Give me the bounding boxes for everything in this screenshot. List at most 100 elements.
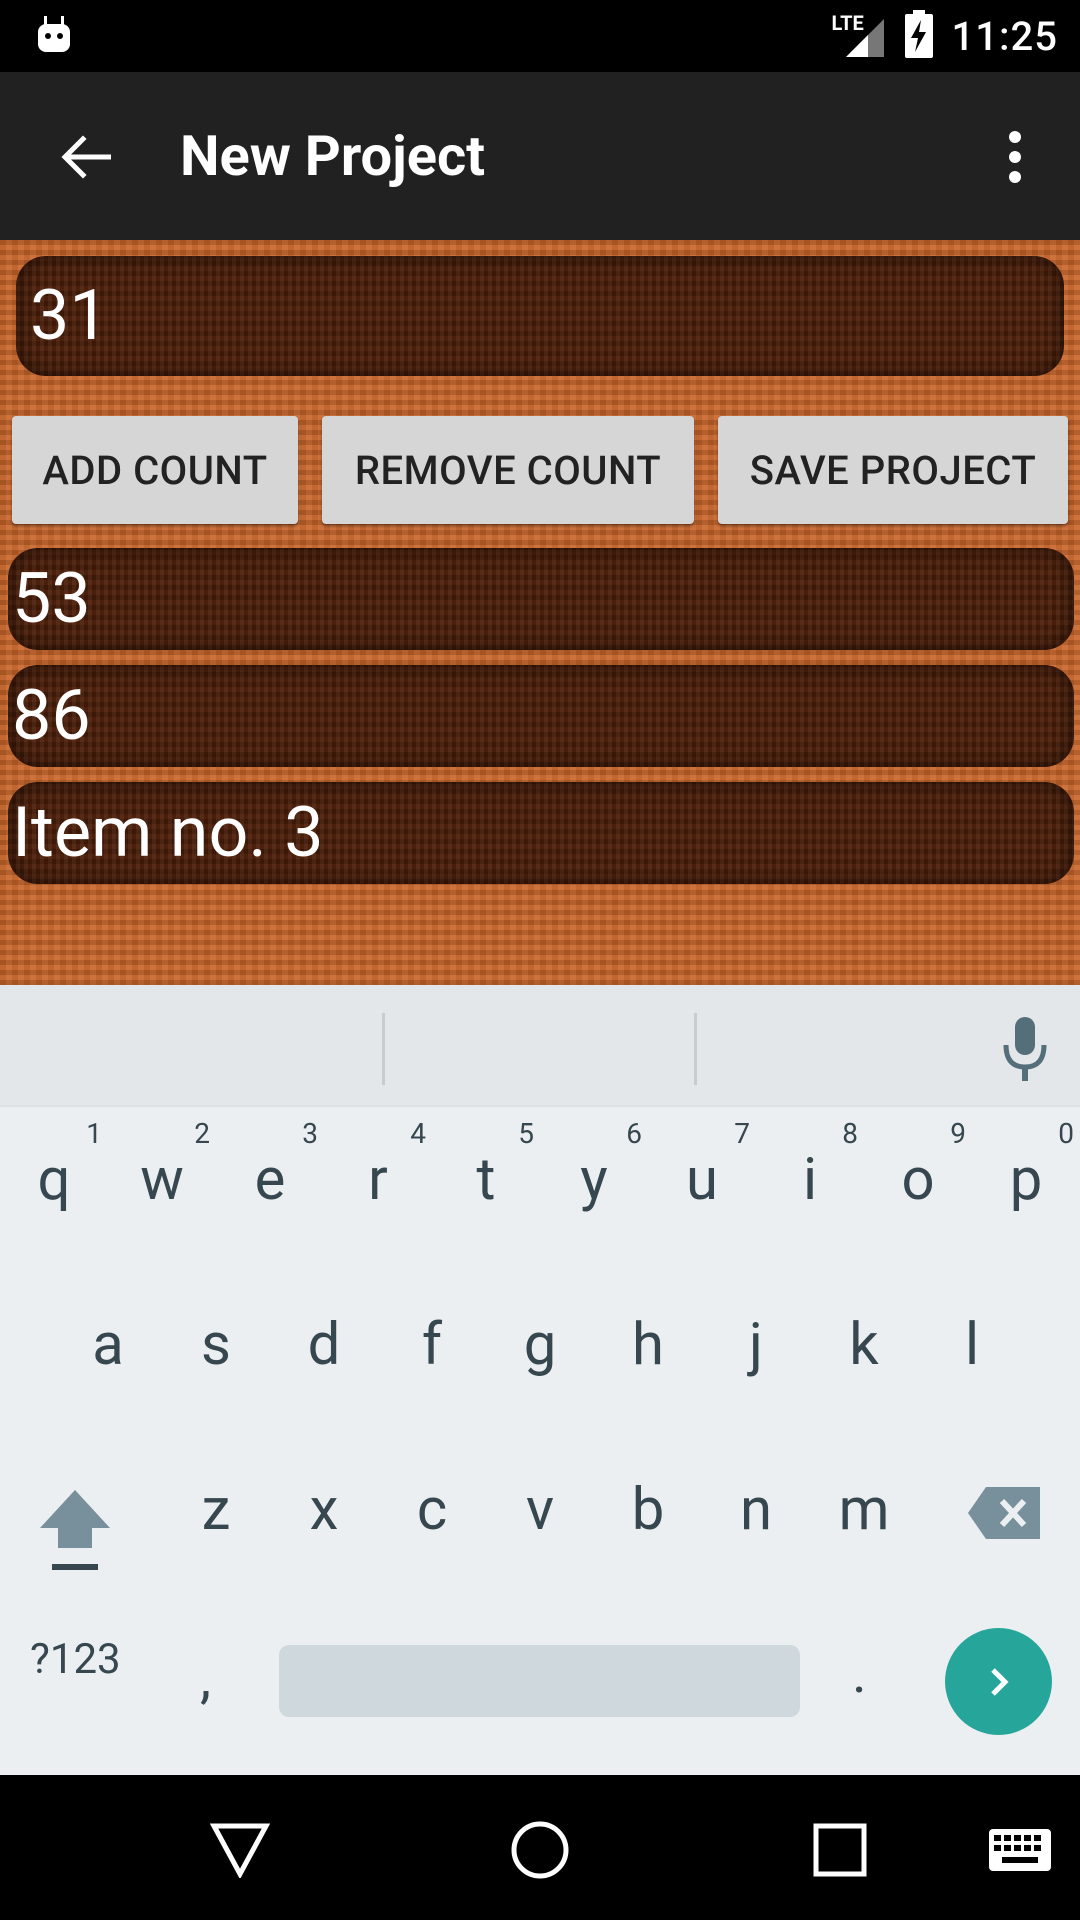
key-label: o [901,1146,935,1214]
key-hint: 6 [626,1117,642,1150]
key-w[interactable]: w2 [108,1105,216,1255]
key-label: d [307,1311,341,1379]
suggestion-strip [0,985,1080,1107]
list-item[interactable]: Item no. 3 [8,782,1074,884]
key-f[interactable]: f [378,1270,486,1420]
count-value: 31 [30,275,109,357]
key-label: f [421,1311,443,1379]
microphone-icon[interactable] [1000,1015,1050,1085]
list-item-value: 86 [12,675,91,757]
status-icons: LTE 11:25 [832,0,1058,72]
key-p[interactable]: p0 [972,1105,1080,1255]
key-label: j [749,1311,763,1379]
key-label: s [201,1311,231,1379]
key-hint: 5 [518,1117,534,1150]
page-title: New Project [180,123,486,189]
chevron-right-icon [990,1667,1009,1696]
key-z[interactable]: z [162,1435,270,1585]
key-g[interactable]: g [486,1270,594,1420]
list-item-value: Item no. 3 [12,792,324,874]
list-item-value: 53 [12,558,91,640]
key-label: y [580,1146,608,1214]
key-o[interactable]: o9 [864,1105,972,1255]
key-a[interactable]: a [54,1270,162,1420]
content-area: 31 ADD COUNT REMOVE COUNT SAVE PROJECT 5… [0,240,1080,985]
key-n[interactable]: n [702,1435,810,1585]
key-label: h [632,1311,664,1379]
soft-keyboard: q1 w2 e3 r4 t5 y6 u7 i8 o9 p0 a s d f g … [0,985,1080,1775]
shift-icon[interactable] [30,1480,120,1579]
remove-count-button[interactable]: REMOVE COUNT [322,416,694,524]
key-c[interactable]: c [378,1435,486,1585]
nav-back-icon[interactable] [195,1805,285,1895]
key-q[interactable]: q1 [0,1105,108,1255]
key-k[interactable]: k [810,1270,918,1420]
key-b[interactable]: b [594,1435,702,1585]
key-label: k [849,1311,879,1379]
key-e[interactable]: e3 [216,1105,324,1255]
key-label: p [1009,1146,1043,1214]
key-label: n [739,1476,773,1544]
key-t[interactable]: t5 [432,1105,540,1255]
navigation-bar [0,1775,1080,1920]
key-label: a [92,1311,124,1379]
more-vert-icon[interactable] [980,122,1050,192]
count-input[interactable]: 31 [16,256,1064,376]
key-u[interactable]: u7 [648,1105,756,1255]
key-label: t [476,1146,496,1214]
key-h[interactable]: h [594,1270,702,1420]
list-item[interactable]: 53 [8,548,1074,650]
space-bar[interactable] [279,1645,800,1717]
key-label: z [201,1476,231,1544]
comma-key[interactable]: , [200,1645,211,1711]
key-y[interactable]: y6 [540,1105,648,1255]
key-d[interactable]: d [270,1270,378,1420]
key-hint: 8 [842,1117,858,1150]
key-s[interactable]: s [162,1270,270,1420]
key-label: q [37,1146,71,1214]
list-item[interactable]: 86 [8,665,1074,767]
key-label: x [309,1476,339,1544]
symbols-key[interactable]: ?123 [30,1635,121,1684]
android-notification-icon [36,14,72,54]
nav-recents-icon[interactable] [795,1805,885,1895]
key-label: c [416,1476,448,1544]
key-label: g [523,1311,557,1379]
key-v[interactable]: v [486,1435,594,1585]
key-label: i [802,1146,818,1214]
backspace-icon[interactable] [966,1485,1042,1545]
key-label: u [686,1146,718,1214]
status-bar: LTE 11:25 [0,0,1080,72]
key-label: w [140,1146,184,1214]
key-label: m [838,1476,890,1544]
key-hint: 9 [950,1117,966,1150]
key-i[interactable]: i8 [756,1105,864,1255]
key-m[interactable]: m [810,1435,918,1585]
app-bar: New Project [0,72,1080,240]
key-x[interactable]: x [270,1435,378,1585]
key-hint: 0 [1058,1117,1074,1150]
add-count-button[interactable]: ADD COUNT [12,416,298,524]
clock: 11:25 [951,12,1058,60]
nav-home-icon[interactable] [495,1805,585,1895]
key-hint: 4 [410,1117,426,1150]
key-hint: 1 [86,1117,102,1150]
key-label: e [254,1146,286,1214]
key-hint: 7 [734,1117,750,1150]
key-l[interactable]: l [918,1270,1026,1420]
save-project-button[interactable]: SAVE PROJECT [718,416,1068,524]
period-key[interactable]: . [852,1640,867,1706]
enter-key[interactable] [945,1628,1052,1735]
suggestion-divider [694,1013,697,1085]
key-label: r [368,1146,388,1214]
key-label: v [525,1476,555,1544]
key-j[interactable]: j [702,1270,810,1420]
key-r[interactable]: r4 [324,1105,432,1255]
arrow-left-icon[interactable] [52,122,122,192]
keyboard-icon[interactable] [975,1805,1065,1895]
suggestion-divider [382,1013,385,1085]
key-label: l [964,1311,980,1379]
key-hint: 3 [302,1117,318,1150]
key-label: b [631,1476,665,1544]
lte-signal-icon: LTE [832,11,886,61]
